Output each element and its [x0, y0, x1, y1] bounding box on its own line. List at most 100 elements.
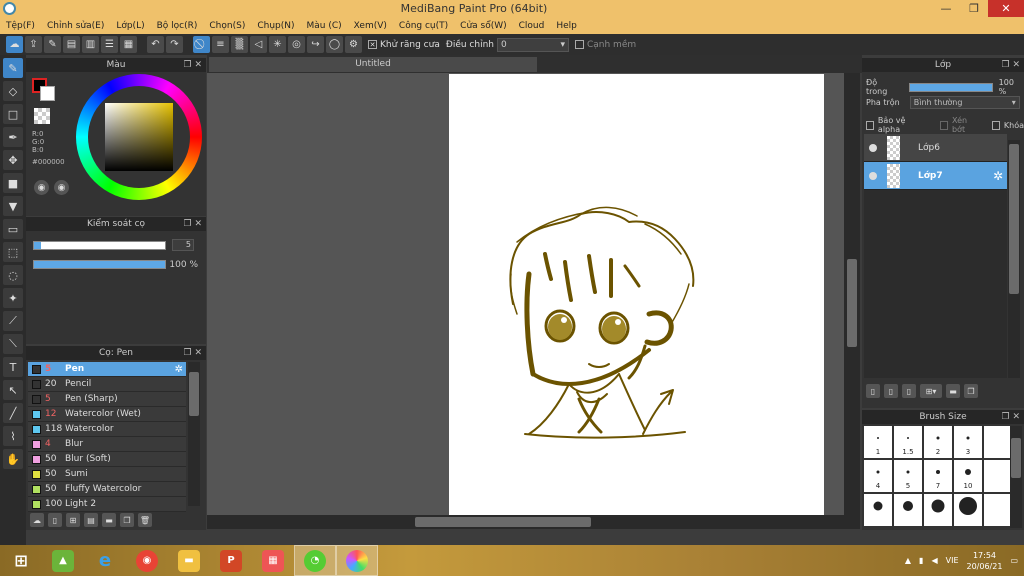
radial-snap-icon[interactable]: ✳	[269, 36, 286, 53]
add-layer-menu-icon[interactable]: ⊞▾	[920, 384, 942, 398]
menu-edit[interactable]: Chỉnh sửa(E)	[41, 21, 110, 31]
brush-size-cell[interactable]: 5	[894, 460, 922, 492]
network-icon[interactable]: ▮	[919, 556, 923, 565]
brush-item[interactable]: 50 Fluffy Watercolor	[28, 482, 186, 497]
brush-item[interactable]: 50 Blur (Soft)	[28, 452, 186, 467]
brush-size-cell[interactable]	[954, 494, 982, 526]
taskbar-chrome[interactable]: ◉	[126, 545, 168, 576]
new-brush-icon[interactable]: ▯	[48, 513, 62, 527]
brush-item[interactable]: 4 Blur	[28, 437, 186, 452]
scroll-thumb[interactable]	[415, 517, 591, 527]
select-tool-icon[interactable]: ⬚	[3, 242, 23, 262]
panel-close-icon[interactable]: ❐ ✕	[1002, 58, 1020, 72]
parallel-snap-icon[interactable]: ≡	[212, 36, 229, 53]
folder-icon[interactable]: ▬	[946, 384, 960, 398]
new-halftone-layer-icon[interactable]: ▯	[884, 384, 898, 398]
start-button[interactable]: ⊞	[0, 545, 42, 576]
lasso-tool-icon[interactable]: ◌	[3, 265, 23, 285]
lock-checkbox[interactable]	[991, 120, 1000, 130]
cloud-icon[interactable]: ☁	[6, 36, 23, 53]
saturation-value-square[interactable]	[105, 103, 173, 171]
rectangle-tool-icon[interactable]: □	[3, 104, 23, 124]
menu-help[interactable]: Help	[550, 21, 583, 31]
brush-item[interactable]: 100 Light 2	[28, 497, 186, 512]
pen-tool-icon[interactable]: ✒	[3, 127, 23, 147]
brush-list-scrollbar[interactable]	[188, 362, 200, 506]
select-pen-icon[interactable]: ⟋	[3, 311, 23, 331]
gear-icon[interactable]: ✲	[175, 364, 183, 375]
taskbar-bluestacks[interactable]: ▲	[42, 545, 84, 576]
magic-wand-icon[interactable]: ✦	[3, 288, 23, 308]
operation-tool-icon[interactable]: ↖	[3, 380, 23, 400]
brush-tool-icon[interactable]: ✎	[3, 58, 23, 78]
layer-list-scrollbar[interactable]	[1008, 140, 1020, 378]
fill-shape-tool-icon[interactable]: ■	[3, 173, 23, 193]
menu-view[interactable]: Xem(V)	[348, 21, 393, 31]
edge-toggle[interactable]: Cạnh mềm	[574, 40, 636, 50]
brush-item[interactable]: 5 Pen ✲	[28, 362, 186, 377]
palette-icon[interactable]: ◉	[34, 180, 49, 195]
transparent-color-swatch[interactable]	[34, 108, 50, 124]
document-tab[interactable]: Untitled	[209, 57, 537, 72]
vanish-snap-icon[interactable]: ◁	[250, 36, 267, 53]
menu-window[interactable]: Cửa sổ(W)	[454, 21, 512, 31]
circle-snap-icon[interactable]: ◎	[288, 36, 305, 53]
duplicate-icon[interactable]: ❐	[964, 384, 978, 398]
panel-close-icon[interactable]: ❐ ✕	[184, 58, 202, 72]
adjust-select[interactable]: 0 ▾	[496, 37, 569, 52]
redo-icon[interactable]: ↷	[166, 36, 183, 53]
menu-color[interactable]: Màu (C)	[301, 21, 348, 31]
drawing-canvas[interactable]	[449, 74, 824, 515]
brush-size-cell[interactable]	[984, 426, 1012, 458]
menu-tools[interactable]: Công cụ(T)	[393, 21, 454, 31]
new-layer-icon[interactable]: ▯	[866, 384, 880, 398]
page-icon[interactable]: ▥	[82, 36, 99, 53]
comment-icon[interactable]: ✎	[44, 36, 61, 53]
brush-size-cell[interactable]: 2	[924, 426, 952, 458]
divide-tool-icon[interactable]: ╱	[3, 403, 23, 423]
brush-size-cell[interactable]: 3	[954, 426, 982, 458]
eraser-tool-icon[interactable]: ◇	[3, 81, 23, 101]
undo-icon[interactable]: ↶	[147, 36, 164, 53]
canvas-horizontal-scrollbar[interactable]	[207, 515, 844, 529]
antialias-checkbox[interactable]: ✕	[368, 40, 377, 49]
panel-close-icon[interactable]: ❐ ✕	[1002, 410, 1020, 424]
scroll-thumb[interactable]	[847, 259, 857, 347]
brush-item[interactable]: 5 Pen (Sharp)	[28, 392, 186, 407]
brush-size-value[interactable]: 5	[172, 239, 194, 251]
brush-size-cell[interactable]: 10	[954, 460, 982, 492]
volume-icon[interactable]: ◀	[931, 556, 937, 565]
brush-size-cell[interactable]: 4	[864, 460, 892, 492]
close-button[interactable]: ✕	[988, 0, 1024, 17]
scroll-thumb[interactable]	[1009, 144, 1019, 294]
background-color-swatch[interactable]	[40, 86, 55, 101]
taskbar-app[interactable]: ▦	[252, 545, 294, 576]
taskbar-powerpoint[interactable]: P	[210, 545, 252, 576]
canvas-area[interactable]	[207, 73, 844, 515]
language-indicator[interactable]: VIE	[946, 556, 959, 565]
antialias-toggle[interactable]: ✕ Khử răng cưa	[368, 40, 440, 50]
no-snap-icon[interactable]: ⃠	[193, 36, 210, 53]
layer-item[interactable]: Lớp6	[864, 134, 1007, 162]
cloud-brush-icon[interactable]: ☁	[30, 513, 44, 527]
menu-select[interactable]: Chọn(S)	[203, 21, 251, 31]
ellipse-snap-icon[interactable]: ◯	[326, 36, 343, 53]
scroll-thumb[interactable]	[1011, 438, 1021, 478]
layer-item[interactable]: Lớp7 ✲	[864, 162, 1007, 190]
brush-item[interactable]: 20 Pencil	[28, 377, 186, 392]
brush-size-cell[interactable]: 1	[864, 426, 892, 458]
trash-icon[interactable]: 🗑	[138, 513, 152, 527]
hue-wheel[interactable]	[76, 74, 202, 200]
bucket-tool-icon[interactable]: ▼	[3, 196, 23, 216]
brush-opacity-slider[interactable]	[33, 260, 166, 269]
grid-icon[interactable]: ▦	[120, 36, 137, 53]
text-tool-icon[interactable]: T	[3, 357, 23, 377]
clock[interactable]: 17:54 20/06/21	[967, 550, 1003, 572]
taskbar-ie[interactable]: e	[84, 545, 126, 576]
edge-checkbox[interactable]	[574, 40, 584, 49]
layer-opacity-slider[interactable]	[908, 82, 993, 92]
new-8bit-layer-icon[interactable]: ▯	[902, 384, 916, 398]
brush-size-cell[interactable]: 7	[924, 460, 952, 492]
protect-alpha-checkbox[interactable]	[866, 120, 874, 130]
menu-file[interactable]: Tệp(F)	[0, 21, 41, 31]
